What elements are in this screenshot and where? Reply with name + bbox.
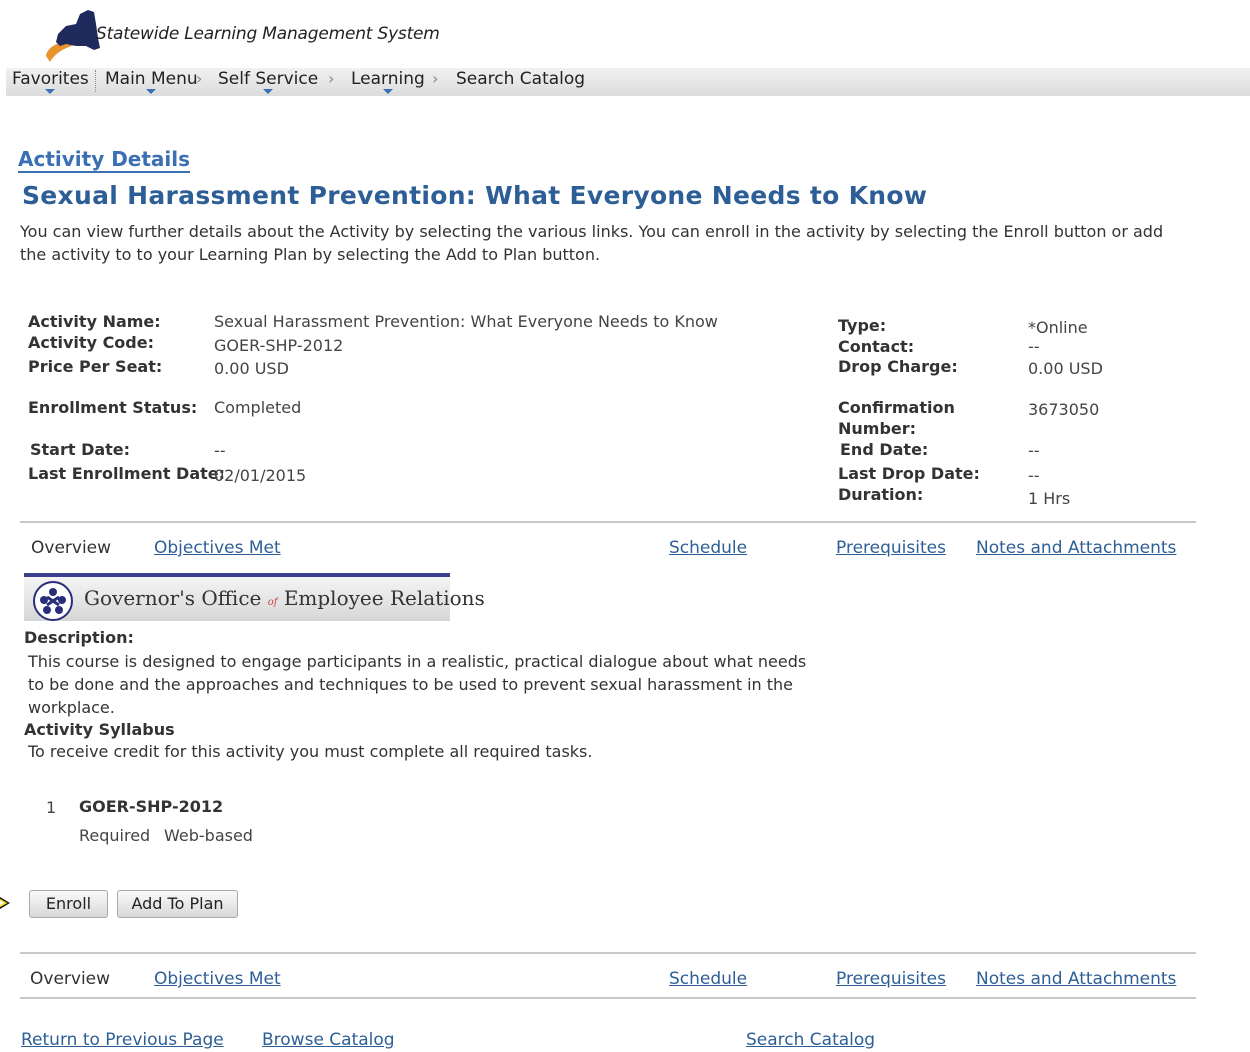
duration-value: 1 Hrs	[1028, 489, 1071, 508]
nav-learning-label: Learning	[351, 69, 425, 89]
activity-code-value: GOER-SHP-2012	[214, 336, 344, 355]
nav-self-service[interactable]: Self Service	[218, 68, 319, 94]
activity-code-label: Activity Code:	[28, 333, 154, 352]
goer-banner-of: of	[267, 597, 278, 608]
confirmation-label-line1: Confirmation	[838, 398, 955, 417]
breadcrumb-separator: ›	[196, 69, 203, 88]
tab-notes-attachments[interactable]: Notes and Attachments	[976, 538, 1176, 558]
end-date-label: End Date:	[840, 440, 929, 459]
nav-self-service-label: Self Service	[218, 69, 319, 89]
nav-learning[interactable]: Learning	[351, 68, 425, 94]
tab-notes-attachments-bottom[interactable]: Notes and Attachments	[976, 969, 1176, 989]
tab-overview: Overview	[31, 538, 112, 558]
goer-banner: Governor's Office of Employee Relations	[24, 573, 485, 621]
breadcrumb-separator: ›	[328, 69, 335, 88]
enrollment-status-value: Completed	[214, 398, 302, 417]
activity-name-label: Activity Name:	[28, 312, 161, 331]
tab-prerequisites[interactable]: Prerequisites	[836, 538, 946, 558]
goer-seal-icon	[33, 581, 73, 621]
tab-overview-bottom: Overview	[30, 969, 111, 989]
enrollment-status-label: Enrollment Status:	[28, 398, 198, 417]
tab-objectives-met[interactable]: Objectives Met	[154, 538, 281, 558]
chevron-down-icon	[146, 89, 157, 94]
task-code: GOER-SHP-2012	[79, 797, 224, 816]
divider	[20, 952, 1196, 954]
task-number: 1	[46, 798, 57, 817]
confirmation-label-line2: Number:	[838, 419, 917, 438]
confirmation-number-value: 3673050	[1028, 400, 1100, 419]
last-enrollment-date-value: 02/01/2015	[214, 466, 307, 485]
nav-favorites[interactable]: Favorites	[12, 68, 89, 94]
nav-main-menu[interactable]: Main Menu	[105, 68, 198, 94]
tab-schedule[interactable]: Schedule	[669, 538, 747, 558]
start-date-label: Start Date:	[30, 440, 131, 459]
arrow-pointer-icon	[0, 897, 10, 909]
description-text: This course is designed to engage partic…	[28, 652, 807, 717]
tab-schedule-bottom[interactable]: Schedule	[669, 969, 747, 989]
nav-divider	[95, 70, 96, 92]
syllabus-heading: Activity Syllabus	[24, 720, 175, 739]
end-date-value: --	[1028, 441, 1040, 460]
price-label: Price Per Seat:	[28, 357, 163, 376]
return-previous-page-link[interactable]: Return to Previous Page	[21, 1030, 224, 1050]
last-drop-date-value: --	[1028, 466, 1040, 485]
type-value: *Online	[1028, 318, 1088, 337]
start-date-value: --	[214, 441, 226, 460]
activity-name-value: Sexual Harassment Prevention: What Every…	[214, 312, 718, 331]
duration-label: Duration:	[838, 485, 924, 504]
drop-charge-label: Drop Charge:	[838, 357, 958, 376]
nav-favorites-label: Favorites	[12, 69, 89, 89]
search-catalog-link[interactable]: Search Catalog	[746, 1030, 875, 1050]
tab-prerequisites-bottom[interactable]: Prerequisites	[836, 969, 946, 989]
breadcrumb-separator: ›	[432, 69, 439, 88]
browse-catalog-link[interactable]: Browse Catalog	[262, 1030, 395, 1050]
chevron-down-icon	[263, 89, 274, 94]
drop-charge-value: 0.00 USD	[1028, 359, 1103, 378]
page-instructions: You can view further details about the A…	[20, 222, 1164, 264]
divider	[20, 997, 1196, 999]
task-required: Required	[79, 826, 151, 845]
page-label: Activity Details	[18, 147, 191, 173]
contact-label: Contact:	[838, 337, 915, 356]
goer-banner-part3: Employee Relations	[283, 586, 485, 610]
contact-value: --	[1028, 337, 1040, 356]
nav-search-catalog[interactable]: Search Catalog	[456, 68, 585, 90]
nav-main-menu-label: Main Menu	[105, 69, 198, 89]
task-type: Web-based	[164, 826, 253, 845]
enroll-button[interactable]: Enroll	[29, 890, 108, 918]
goer-banner-part1: Governor's Office	[84, 586, 262, 610]
type-label: Type:	[838, 316, 887, 335]
page-title: Sexual Harassment Prevention: What Every…	[22, 181, 928, 210]
chevron-down-icon	[45, 89, 56, 94]
add-to-plan-button[interactable]: Add To Plan	[117, 890, 238, 918]
chevron-down-icon	[382, 89, 393, 94]
tab-objectives-met-bottom[interactable]: Objectives Met	[154, 969, 281, 989]
syllabus-note: To receive credit for this activity you …	[28, 742, 593, 761]
last-drop-date-label: Last Drop Date:	[838, 464, 980, 483]
last-enrollment-date-label: Last Enrollment Date:	[28, 464, 226, 483]
divider	[20, 521, 1196, 523]
site-title: Statewide Learning Management System	[96, 24, 440, 44]
description-label: Description:	[24, 628, 134, 647]
goer-banner-text: Governor's Office of Employee Relations	[84, 586, 485, 610]
price-value: 0.00 USD	[214, 359, 289, 378]
